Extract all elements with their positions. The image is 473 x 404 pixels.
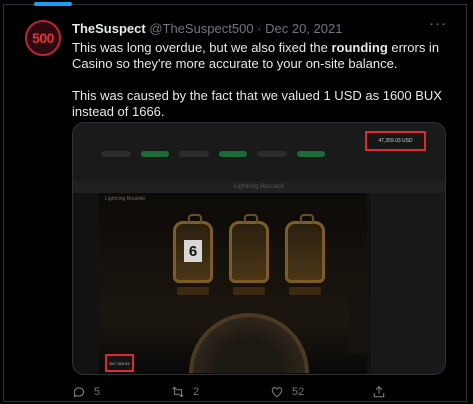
heart-icon — [271, 387, 283, 398]
casino-header-area: 47,359.03 USD — [73, 123, 445, 181]
balance-text: 47,359.03 USD — [378, 138, 413, 144]
like-count: 52 — [292, 386, 305, 398]
reply-icon — [73, 387, 85, 398]
display-name[interactable]: TheSuspect — [72, 21, 146, 36]
reply-count: 5 — [94, 386, 101, 398]
tweet-paragraph-2: This was caused by the fact that we valu… — [72, 88, 442, 119]
like-button[interactable]: 52 — [270, 385, 304, 399]
tweet-paragraph-1: This was long overdue, but we also fixed… — [72, 40, 440, 71]
retweet-button[interactable]: 2 — [171, 385, 199, 399]
retweet-count: 2 — [193, 386, 200, 398]
active-tab-indicator — [34, 2, 72, 6]
lightning-pod-middle — [229, 214, 269, 283]
reply-button[interactable]: 5 — [72, 385, 100, 399]
roulette-wheel — [189, 313, 309, 373]
roulette-game-view: Lightning Roulette 6 $47,359.03 — [99, 193, 375, 374]
share-icon — [373, 385, 385, 398]
pod-number: 6 — [184, 240, 202, 262]
avatar[interactable]: 500 — [25, 20, 61, 56]
side-panel — [371, 193, 445, 374]
game-title: Lightning Roulette — [105, 196, 146, 202]
retweet-icon — [172, 386, 184, 398]
balance-highlight-box: 47,359.03 USD — [365, 131, 426, 151]
tweet-header: TheSuspect @TheSuspect500 · Dec 20, 2021 — [72, 21, 433, 36]
more-options-icon[interactable]: ··· — [429, 15, 447, 32]
avatar-logo-text: 500 — [32, 30, 54, 46]
game-header-bar: Lightning Baccarat — [73, 181, 445, 193]
handle-and-date[interactable]: @TheSuspect500 · Dec 20, 2021 — [149, 21, 342, 36]
lightning-pod-left: 6 — [173, 214, 213, 283]
share-button[interactable] — [372, 385, 386, 399]
tweet-actions: 5 2 52 — [72, 385, 392, 399]
tweet-image[interactable]: 47,359.03 USD Lightning Baccarat Lightni… — [72, 122, 446, 375]
bet-highlight-box: $47,359.03 — [105, 354, 134, 372]
lightning-pod-right — [285, 214, 325, 283]
